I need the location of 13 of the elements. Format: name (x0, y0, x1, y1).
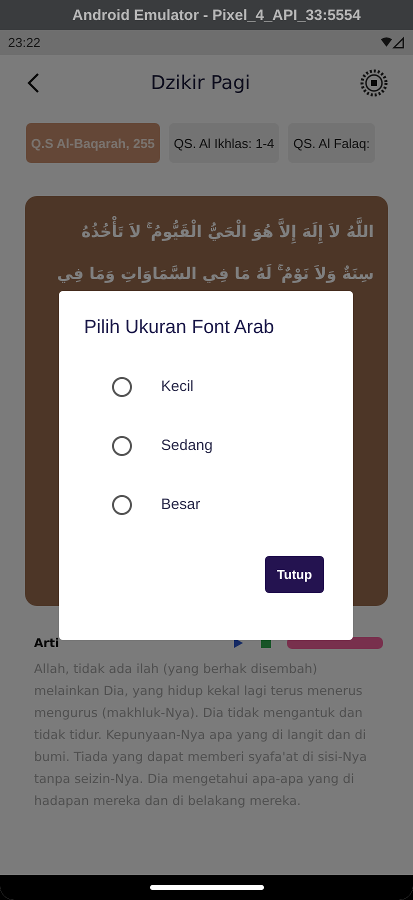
page-title: Dzikir Pagi (150, 72, 252, 94)
status-time: 23:22 (8, 35, 41, 50)
option-label[interactable]: Kecil (161, 378, 194, 395)
arabic-text: اللَّهُ لاَ إِلَهَ إِلاَّ هُوَ الْحَيُّ الْقَيُّومُ ۚ لاَ تَأْخُذُهُ (39, 218, 374, 246)
option-label[interactable]: Besar (161, 496, 200, 513)
option-label[interactable]: Sedang (161, 437, 213, 454)
window-title: Android Emulator - Pixel_4_API_33:5554 (72, 6, 361, 24)
close-button[interactable]: Tutup (265, 556, 324, 593)
arabic-text: سِنَةٌ وَلاَ نَوْمٌ ۚ لَهُ مَا فِي السَّمَاوَاتِ وَمَا فِي (56, 263, 374, 285)
surah-tab[interactable]: QS. Al Falaq: (288, 123, 375, 163)
meaning-label: Arti (34, 636, 60, 650)
surah-tab[interactable]: QS. Al Ikhlas: 1-4 (168, 123, 280, 163)
dialog-title: Pilih Ukuran Font Arab (84, 317, 276, 339)
